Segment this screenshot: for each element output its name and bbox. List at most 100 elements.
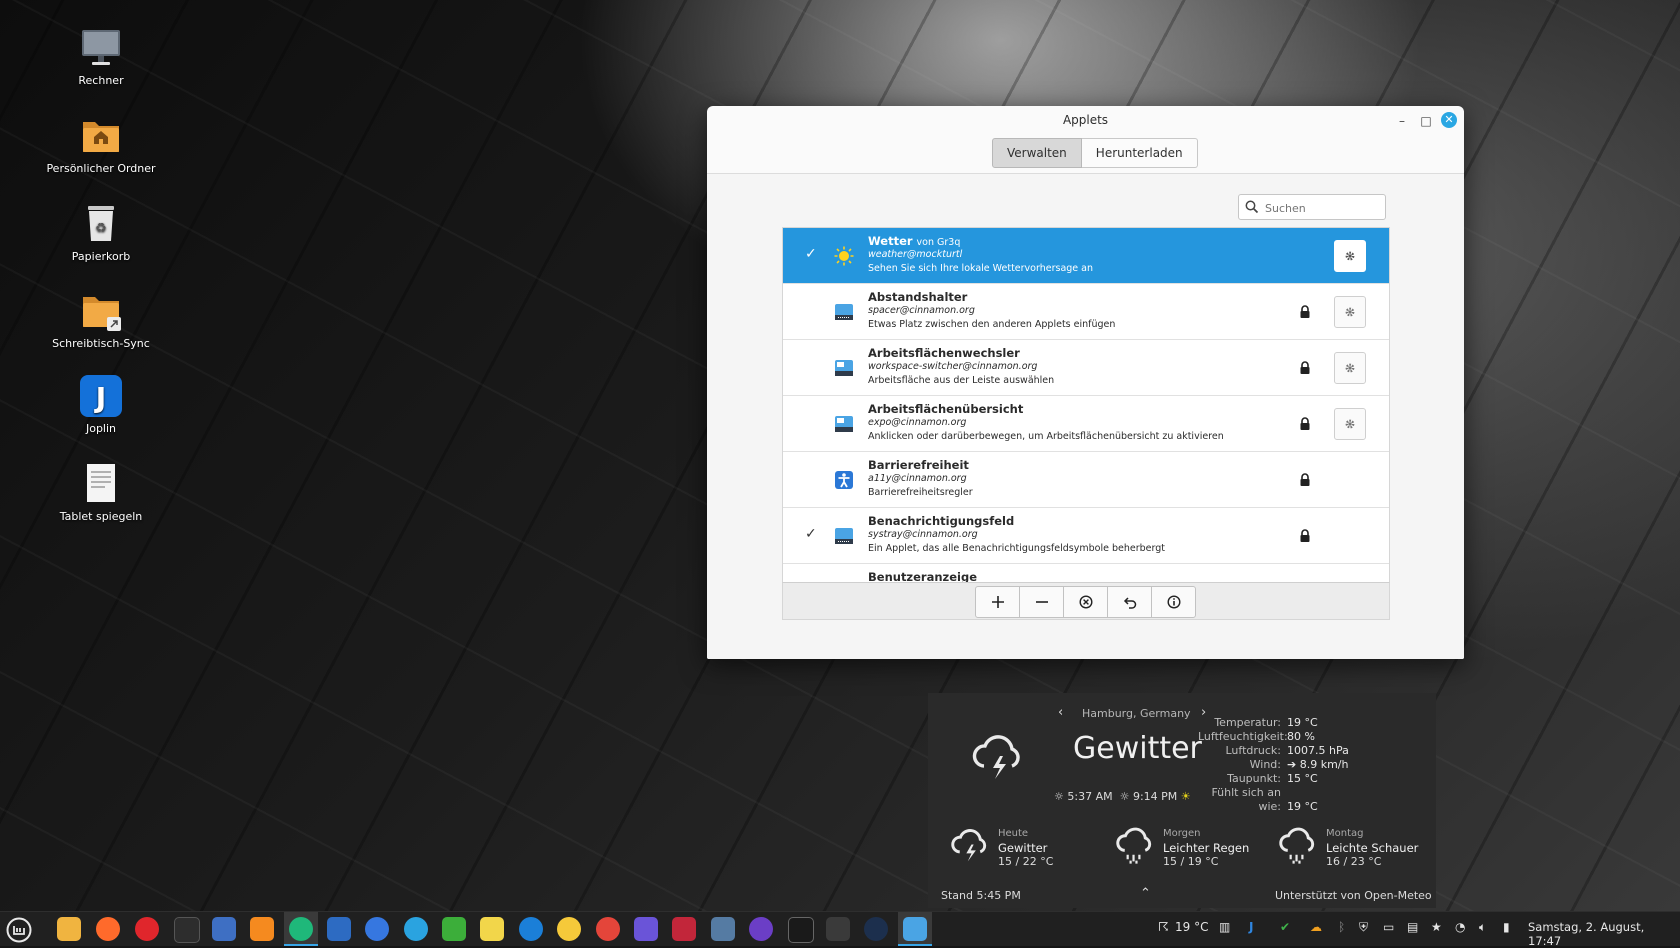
weather-location[interactable]: Hamburg, Germany [1082, 707, 1191, 720]
bluetooth-icon[interactable]: ᛒ [1338, 920, 1345, 934]
chrome-icon[interactable] [596, 917, 620, 941]
screenshot-icon[interactable] [711, 917, 735, 941]
weather-tray-temp[interactable]: 19 °C [1175, 920, 1208, 934]
applet-row[interactable]: Arbeitsflächenübersicht expo@cinnamon.or… [783, 396, 1389, 452]
battery-icon[interactable]: ▮ [1503, 920, 1510, 934]
applet-uuid: workspace-switcher@cinnamon.org [868, 361, 1038, 372]
tab-manage[interactable]: Verwalten [992, 138, 1082, 168]
maps-icon[interactable] [442, 917, 466, 941]
applet-row[interactable]: Benutzeranzeige [783, 564, 1389, 583]
applets-settings-icon[interactable] [903, 917, 927, 941]
signal-icon[interactable] [365, 917, 389, 941]
powered-by-link[interactable]: Unterstützt von Open-Meteo [1275, 889, 1432, 902]
desktop-icon-label: Schreibtisch-Sync [52, 337, 150, 350]
emoji-icon[interactable] [557, 917, 581, 941]
applets-window: Applets – □ ✕ Verwalten Herunterladen ✓ … [707, 106, 1464, 659]
search-input[interactable] [1263, 198, 1382, 218]
terminal-icon[interactable] [174, 917, 200, 943]
applet-row[interactable]: Abstandshalter spacer@cinnamon.org Etwas… [783, 284, 1389, 340]
telegram-icon[interactable] [404, 917, 428, 941]
applet-name: Arbeitsflächenwechsler [868, 346, 1020, 360]
ereader-icon[interactable] [672, 917, 696, 941]
weather-tray-icon[interactable]: ☈ [1158, 920, 1169, 934]
wifi-icon[interactable]: ◔ [1455, 920, 1465, 934]
editor-icon[interactable] [826, 917, 850, 941]
clock[interactable]: Samstag, 2. August, 17:47 [1528, 920, 1680, 948]
close-button[interactable]: ✕ [1441, 112, 1457, 128]
updated-time: Stand 5:45 PM [941, 889, 1021, 902]
forecast-condition: Gewitter [998, 841, 1048, 855]
lock-icon [1299, 416, 1311, 435]
sync-app-icon[interactable] [289, 917, 313, 941]
detail-key: Temperatur: [1214, 716, 1281, 729]
shield-icon[interactable]: ⛨ [1359, 920, 1368, 935]
files-icon[interactable] [57, 917, 81, 941]
mail-icon[interactable] [212, 917, 236, 941]
showers-icon [1276, 824, 1320, 872]
nextcloud-tray-icon[interactable]: ☁ [1310, 920, 1322, 934]
desktop-icon-trash[interactable]: ♻ Papierkorb [40, 202, 162, 264]
svg-text:J: J [94, 381, 106, 414]
console-icon[interactable] [788, 917, 814, 943]
restore-button[interactable] [1107, 586, 1152, 618]
detail-value: 1007.5 hPa [1287, 744, 1349, 757]
lock-icon [1299, 472, 1311, 491]
vivaldi-icon[interactable] [135, 917, 159, 941]
applet-description: Ein Applet, das alle Benachrichtigungsfe… [868, 543, 1165, 554]
desktop-icon-home[interactable]: Persönlicher Ordner [40, 114, 162, 176]
notes-icon[interactable] [480, 917, 504, 941]
applet-row[interactable]: Arbeitsflächenwechsler workspace-switche… [783, 340, 1389, 396]
desktop-icon-sync[interactable]: Schreibtisch-Sync [40, 289, 162, 351]
minimize-button[interactable]: – [1394, 113, 1410, 129]
triangle-app-icon[interactable] [634, 917, 658, 941]
volume-icon[interactable]: 🔈︎ [1479, 920, 1486, 935]
lock-icon [1299, 360, 1311, 379]
configure-button[interactable] [1334, 296, 1366, 328]
search-field[interactable] [1238, 194, 1386, 220]
chevron-left-icon[interactable]: ‹ [1058, 705, 1063, 720]
configure-button[interactable] [1334, 408, 1366, 440]
system-monitor-icon[interactable]: ▥ [1219, 920, 1230, 934]
forecast-condition: Leichter Regen [1163, 841, 1250, 855]
add-button[interactable] [975, 586, 1020, 618]
sunrise-icon: ☼ [1054, 790, 1064, 803]
sunset-icon: ☼ [1119, 790, 1130, 803]
desktop-icon-label: Joplin [85, 422, 117, 435]
maximize-button[interactable]: □ [1418, 113, 1434, 129]
applet-row[interactable]: ✓ Wetter von Gr3q weather@mockturtl Sehen… [783, 228, 1389, 284]
applet-row[interactable]: ✓ Benachrichtigungsfeld systray@cinnamon… [783, 508, 1389, 564]
drive-icon[interactable]: ▭ [1383, 920, 1394, 934]
monitor-icon [79, 26, 123, 70]
configure-button[interactable] [1334, 240, 1366, 272]
firefox-icon[interactable] [96, 917, 120, 941]
remove-circle-icon [1078, 595, 1093, 609]
info-button[interactable] [1151, 586, 1196, 618]
desktop-icon-tablet[interactable]: Tablet spiegeln [40, 462, 162, 524]
uninstall-button[interactable] [1063, 586, 1108, 618]
vlc-icon[interactable] [250, 917, 274, 941]
chevron-up-icon[interactable]: ⌃ [1140, 886, 1151, 901]
applet-description: Anklicken oder darüberbewegen, um Arbeit… [868, 431, 1224, 442]
desktop-icon-computer[interactable]: Rechner [40, 26, 162, 88]
desktop-icon-joplin[interactable]: J Joplin [40, 374, 162, 436]
configure-button[interactable] [1334, 352, 1366, 384]
applet-row[interactable]: Barrierefreiheit a11y@cinnamon.org Barri… [783, 452, 1389, 508]
search-icon [1245, 200, 1259, 214]
applet-uuid: weather@mockturtl [868, 249, 963, 260]
camera-icon[interactable] [327, 917, 351, 941]
lock-icon [1299, 528, 1311, 547]
menu-icon[interactable] [6, 917, 32, 947]
applet-list: ✓ Wetter von Gr3q weather@mockturtl Sehen… [782, 227, 1390, 584]
enabled-check: ✓ [805, 526, 817, 542]
vpn-icon[interactable] [749, 917, 773, 941]
tab-download[interactable]: Herunterladen [1081, 138, 1198, 168]
nextcloud-icon[interactable] [519, 917, 543, 941]
folder-link-icon [79, 289, 123, 333]
joplin-tray-icon[interactable]: J [1249, 920, 1253, 934]
forecast-temp: 16 / 23 °C [1326, 855, 1382, 868]
astronomy-icon[interactable] [864, 917, 888, 941]
clipboard-icon[interactable]: ▤ [1407, 920, 1418, 934]
star-icon[interactable]: ★ [1431, 920, 1442, 934]
remove-button[interactable] [1019, 586, 1064, 618]
check-tray-icon[interactable]: ✔ [1280, 920, 1290, 934]
